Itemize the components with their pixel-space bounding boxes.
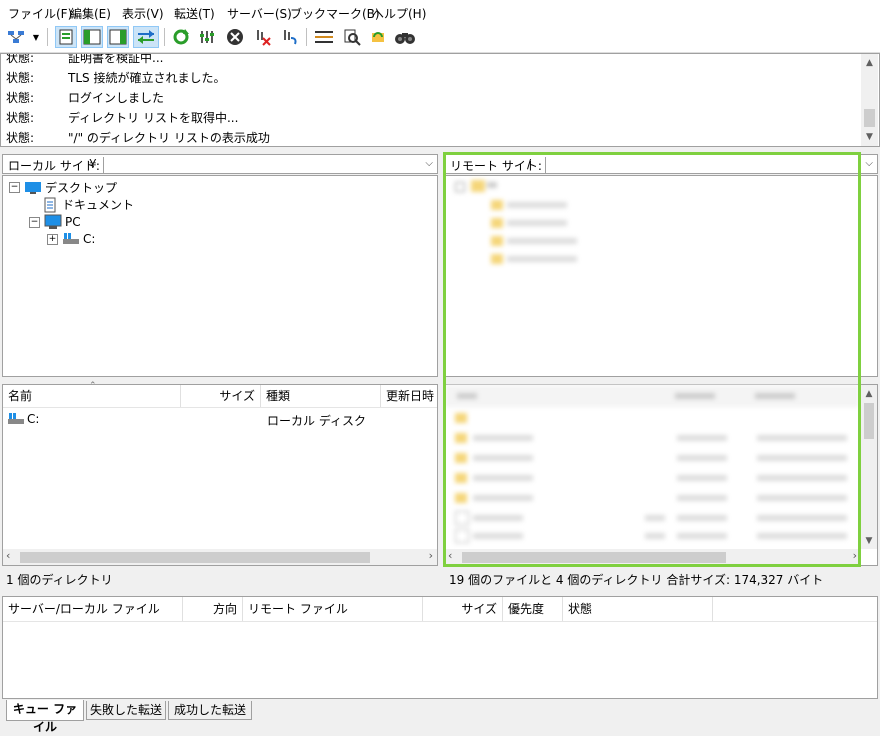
column-type[interactable]: 種類 [261, 385, 381, 407]
menu-bar: ファイル(F) 編集(E) 表示(V) 転送(T) サーバー(S) ブックマーク… [0, 0, 880, 24]
scroll-right-icon[interactable]: › [853, 549, 857, 562]
disconnect-icon[interactable] [252, 26, 274, 48]
column-size[interactable]: サイズ [423, 597, 503, 621]
column-remote-file[interactable]: リモート ファイル [243, 597, 423, 621]
tree-item-pc[interactable]: − PC [29, 214, 81, 230]
menu-server[interactable]: サーバー(S) [227, 5, 292, 22]
column-priority[interactable]: 優先度 [503, 597, 563, 621]
menu-help[interactable]: ヘルプ(H) [372, 5, 426, 22]
toggle-queue-icon[interactable] [133, 26, 159, 48]
remote-tree[interactable] [444, 175, 878, 377]
computer-icon [44, 214, 62, 229]
scroll-right-icon[interactable]: › [429, 549, 433, 562]
column-size[interactable]: サイズ [181, 385, 261, 407]
sync-browse-icon[interactable] [367, 26, 389, 48]
toolbar-separator [164, 28, 165, 46]
local-site-bar: ローカル サイト: ¥ ⌵ [2, 154, 438, 174]
scroll-down-icon[interactable]: ▼ [861, 532, 877, 549]
local-hscrollbar[interactable]: ‹ › [3, 549, 437, 565]
local-file-list[interactable]: ⌃ 名前 サイズ 種類 更新日時 C: ローカル ディスク ‹ › [2, 381, 439, 566]
scroll-thumb[interactable] [864, 403, 874, 439]
toolbar-separator [306, 28, 307, 46]
filter-icon[interactable] [313, 26, 335, 48]
collapse-icon[interactable]: − [9, 182, 20, 193]
remote-vscrollbar[interactable]: ▲ ▼ [861, 385, 877, 549]
tree-item-c-drive[interactable]: + C: [47, 232, 95, 246]
column-name[interactable]: 名前 [3, 385, 181, 407]
dropdown-arrow-icon[interactable]: ▼ [30, 26, 42, 48]
column-status[interactable]: 状態 [563, 597, 713, 621]
scroll-thumb[interactable] [462, 552, 726, 563]
toolbar: ▼ [0, 24, 880, 53]
transfer-queue[interactable]: サーバー/ローカル ファイル 方向 リモート ファイル サイズ 優先度 状態 [2, 596, 878, 699]
drive-icon [63, 233, 79, 244]
scroll-thumb[interactable] [864, 109, 875, 127]
log-row: 状態: ディレクトリ リストを取得中... [6, 111, 239, 125]
scroll-up-icon[interactable]: ▲ [861, 54, 878, 71]
table-row[interactable]: C: ローカル ディスク [7, 411, 437, 429]
site-manager-icon[interactable] [5, 26, 27, 48]
remote-status: 19 個のファイルと 4 個のディレクトリ 合計サイズ: 174,327 バイト [449, 573, 824, 587]
local-tree[interactable]: − デスクトップ ドキュメント − PC + C: [2, 175, 438, 377]
message-log[interactable]: 状態: 証明書を検証中... 状態: TLS 接続が確立されました。 状態: ログイン… [0, 53, 880, 147]
log-row: 状態: "/" のディレクトリ リストの表示成功 [6, 131, 270, 145]
file-type: ローカル ディスク [267, 414, 366, 428]
tree-item-documents[interactable]: ドキュメント [43, 196, 134, 213]
tab-failed-transfers[interactable]: 失敗した転送 [86, 701, 166, 720]
remote-hscrollbar[interactable]: ‹ › [445, 549, 861, 565]
scroll-up-icon[interactable]: ▲ [861, 385, 877, 402]
remote-tree-blurred-content [445, 176, 845, 286]
remote-list-blurred-content [445, 385, 859, 545]
expand-icon[interactable]: + [47, 233, 58, 245]
process-queue-icon[interactable] [197, 26, 219, 48]
local-list-header: ⌃ 名前 サイズ 種類 更新日時 [3, 381, 439, 408]
toggle-remote-tree-icon[interactable] [107, 26, 129, 48]
chevron-down-icon[interactable]: ⌵ [425, 158, 433, 169]
toggle-log-icon[interactable] [55, 26, 77, 48]
scroll-thumb[interactable] [20, 552, 370, 563]
log-row: 状態: 証明書を検証中... [6, 53, 164, 65]
log-row: 状態: ログインしました [6, 91, 165, 105]
toolbar-separator [47, 28, 48, 46]
tab-successful-transfers[interactable]: 成功した転送 [168, 701, 252, 720]
tree-item-desktop[interactable]: − デスクトップ [9, 179, 117, 196]
tab-queued-files[interactable]: キュー ファイル [6, 700, 84, 734]
column-modified[interactable]: 更新日時 [381, 385, 439, 407]
drive-icon [8, 413, 24, 424]
scroll-down-icon[interactable]: ▼ [861, 128, 878, 145]
chevron-down-icon[interactable]: ⌵ [865, 158, 873, 169]
local-status: 1 個のディレクトリ [6, 573, 113, 587]
log-row: 状態: TLS 接続が確立されました。 [6, 71, 226, 85]
collapse-icon[interactable]: − [29, 216, 40, 228]
remote-site-bar: リモート サイト: / ⌵ [444, 154, 878, 174]
local-path-input[interactable]: ¥ [89, 157, 97, 171]
file-name: C: [27, 412, 40, 426]
menu-view[interactable]: 表示(V) [122, 5, 164, 22]
scroll-left-icon[interactable]: ‹ [448, 549, 452, 562]
column-direction[interactable]: 方向 [183, 597, 243, 621]
menu-edit[interactable]: 編集(E) [70, 5, 111, 22]
menu-transfer[interactable]: 転送(T) [174, 5, 215, 22]
desktop-icon [25, 181, 41, 194]
search-icon[interactable] [394, 26, 416, 48]
scroll-left-icon[interactable]: ‹ [6, 549, 10, 562]
remote-path-input[interactable]: / [527, 157, 531, 171]
queue-header: サーバー/ローカル ファイル 方向 リモート ファイル サイズ 優先度 状態 [3, 597, 877, 622]
remote-file-list[interactable]: ▲ ▼ ‹ › [444, 384, 878, 566]
compare-icon[interactable] [341, 26, 363, 48]
refresh-icon[interactable] [170, 26, 192, 48]
menu-bookmarks[interactable]: ブックマーク(B) [290, 5, 380, 22]
column-server-local-file[interactable]: サーバー/ローカル ファイル [3, 597, 183, 621]
toggle-local-tree-icon[interactable] [81, 26, 103, 48]
document-icon [44, 197, 56, 212]
reconnect-icon[interactable] [279, 26, 301, 48]
log-scrollbar[interactable]: ▲ ▼ [861, 54, 878, 146]
menu-file[interactable]: ファイル(F) [8, 5, 72, 22]
cancel-icon[interactable] [224, 26, 246, 48]
